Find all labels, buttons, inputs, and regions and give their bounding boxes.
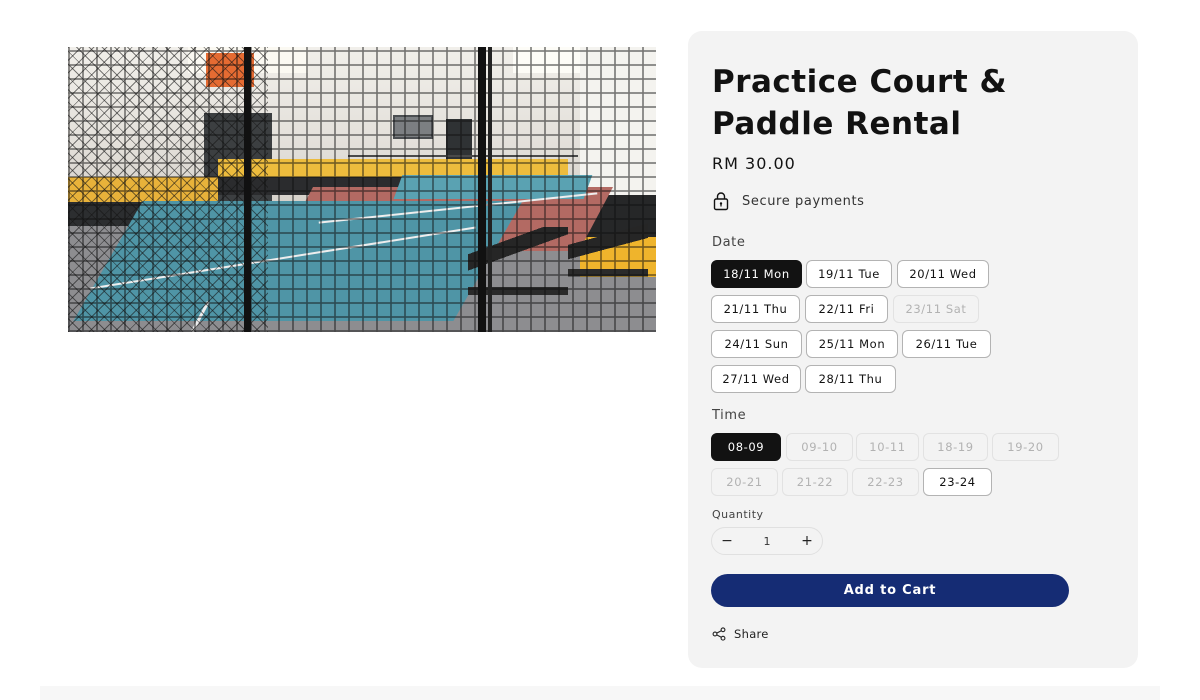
time-option[interactable]: 08-09: [711, 433, 781, 461]
time-option[interactable]: 10-11: [856, 433, 919, 461]
share-icon: [712, 627, 726, 641]
quantity-decrease-button[interactable]: −: [720, 533, 734, 549]
quantity-increase-button[interactable]: +: [800, 533, 814, 549]
time-option[interactable]: 20-21: [711, 468, 778, 496]
share-button[interactable]: Share: [712, 627, 769, 641]
lock-icon: [713, 192, 729, 211]
footer-band: [40, 686, 1160, 700]
product-price: RM 30.00: [712, 154, 796, 173]
time-option[interactable]: 18-19: [923, 433, 988, 461]
date-option[interactable]: 18/11 Mon: [711, 260, 802, 288]
time-option[interactable]: 09-10: [786, 433, 853, 461]
date-option[interactable]: 28/11 Thu: [805, 365, 896, 393]
date-option[interactable]: 21/11 Thu: [711, 295, 800, 323]
product-image: [68, 47, 656, 332]
quantity-label: Quantity: [712, 508, 764, 521]
date-option[interactable]: 23/11 Sat: [893, 295, 979, 323]
date-label: Date: [712, 235, 746, 250]
quantity-input[interactable]: 1: [764, 535, 771, 548]
time-option[interactable]: 19-20: [992, 433, 1059, 461]
time-option[interactable]: 22-23: [852, 468, 919, 496]
date-option[interactable]: 19/11 Tue: [806, 260, 892, 288]
date-option[interactable]: 24/11 Sun: [711, 330, 802, 358]
time-option[interactable]: 23-24: [923, 468, 992, 496]
date-option[interactable]: 25/11 Mon: [806, 330, 898, 358]
share-label: Share: [734, 627, 769, 641]
secure-payments: Secure payments: [712, 190, 865, 212]
secure-payments-label: Secure payments: [742, 193, 865, 209]
add-to-cart-button[interactable]: Add to Cart: [711, 574, 1069, 607]
time-label: Time: [712, 408, 747, 423]
time-option[interactable]: 21-22: [782, 468, 848, 496]
date-option[interactable]: 20/11 Wed: [897, 260, 989, 288]
quantity-stepper: − 1 +: [711, 527, 823, 555]
date-option[interactable]: 27/11 Wed: [711, 365, 801, 393]
product-info-panel: Practice Court & Paddle Rental RM 30.00 …: [688, 31, 1138, 668]
date-option[interactable]: 26/11 Tue: [902, 330, 991, 358]
product-title: Practice Court & Paddle Rental: [712, 64, 1007, 142]
date-option[interactable]: 22/11 Fri: [805, 295, 888, 323]
